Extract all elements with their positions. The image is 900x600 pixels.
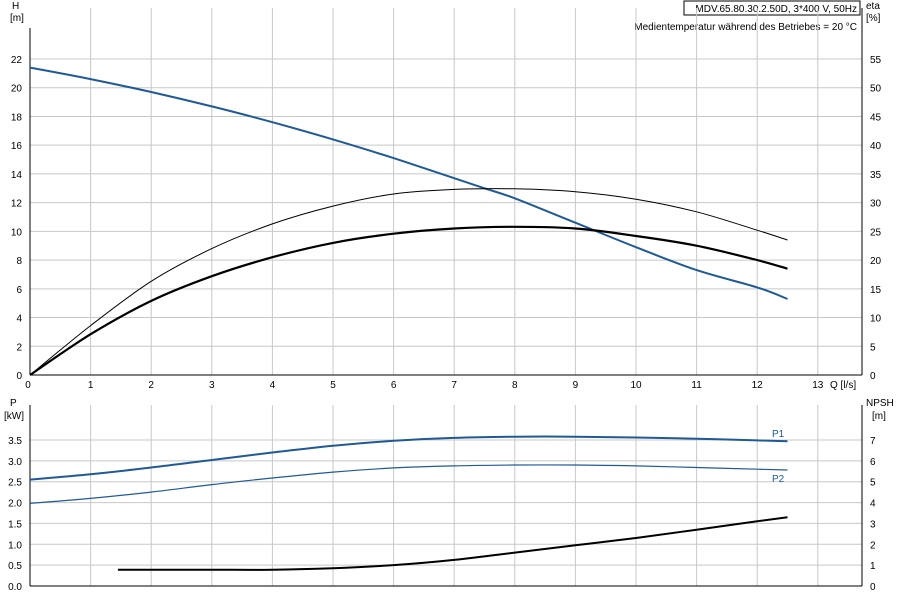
q-tick-label: 8 xyxy=(512,380,518,391)
h-tick-label: 0 xyxy=(16,371,22,382)
h-tick-label: 20 xyxy=(11,84,23,95)
h-tick-label: 12 xyxy=(11,199,23,210)
q-axis-label: Q [l/s] xyxy=(830,380,856,391)
h-tick-label: 2 xyxy=(16,342,22,353)
p-tick-label: 3.5 xyxy=(8,436,22,447)
top-tick-labels: 0 1 2 3 4 5 6 7 8 9 10 11 12 130246810121416182022051… xyxy=(11,55,882,391)
q-tick-label: 0 xyxy=(25,380,31,391)
q-tick-label: 2 xyxy=(148,380,154,391)
eta-tick-label: 35 xyxy=(870,170,882,181)
p-axis-unit: [kW] xyxy=(4,411,24,422)
p2-label: P2 xyxy=(772,474,785,485)
p-tick-label: 2.0 xyxy=(8,499,22,510)
eta-tick-label: 15 xyxy=(870,285,882,296)
bottom-series xyxy=(29,435,788,571)
eta-tick-label: 20 xyxy=(870,256,882,267)
q-tick-label: 10 xyxy=(630,380,642,391)
header: MDV.65.80.30.2.50D, 3*400 V, 50Hz Medien… xyxy=(634,0,861,33)
head-efficiency-chart: H [m] eta [%] Q [l/s] 0 1 2 3 4 5 6 7 8 9 10 11 12 13… xyxy=(10,1,882,391)
pump-performance-chart: MDV.65.80.30.2.50D, 3*400 V, 50Hz Medien… xyxy=(4,0,894,593)
p-tick-label: 1.5 xyxy=(8,519,22,530)
h-tick-label: 14 xyxy=(11,170,23,181)
p-tick-label: 0.0 xyxy=(8,582,22,593)
npsh-tick-label: 5 xyxy=(870,478,876,489)
temperature-note: Medientemperatur während des Betriebes =… xyxy=(634,22,857,33)
q-tick-label: 13 xyxy=(812,380,824,391)
q-tick-label: 1 xyxy=(88,380,94,391)
head-curve xyxy=(29,66,788,300)
h-tick-label: 6 xyxy=(16,285,22,296)
p1-label: P1 xyxy=(772,429,785,440)
model-label: MDV.65.80.30.2.50D, 3*400 V, 50Hz xyxy=(695,4,857,15)
p-tick-label: 3.0 xyxy=(8,457,22,468)
npsh-tick-label: 3 xyxy=(870,519,876,530)
q-tick-label: 12 xyxy=(752,380,764,391)
p-tick-label: 1.0 xyxy=(8,540,22,551)
q-tick-label: 11 xyxy=(691,380,702,391)
npsh-axis-unit: [m] xyxy=(872,411,886,422)
eta-axis-label: eta xyxy=(866,1,880,12)
h-axis-unit: [m] xyxy=(10,13,24,24)
eta-tick-label: 25 xyxy=(870,227,882,238)
q-tick-label: 5 xyxy=(330,380,336,391)
npsh-tick-label: 4 xyxy=(870,499,876,510)
p-tick-label: 0.5 xyxy=(8,561,22,572)
npsh-tick-label: 1 xyxy=(870,561,876,572)
bottom-grid xyxy=(30,405,862,586)
h-tick-label: 4 xyxy=(16,314,22,325)
eta-lower-curve xyxy=(29,225,788,376)
eta-tick-label: 45 xyxy=(870,112,882,123)
eta-tick-label: 5 xyxy=(870,342,876,353)
h-tick-label: 22 xyxy=(11,55,23,66)
npsh-tick-label: 6 xyxy=(870,457,876,468)
eta-tick-label: 40 xyxy=(870,141,882,152)
q-tick-label: 9 xyxy=(573,380,579,391)
h-axis-label: H xyxy=(12,1,19,12)
p1-curve xyxy=(29,435,788,481)
p2-curve xyxy=(29,464,788,504)
npsh-axis-label: NPSH xyxy=(866,398,894,409)
eta-axis-unit: [%] xyxy=(866,13,881,24)
p-tick-label: 2.5 xyxy=(8,478,22,489)
q-tick-label: 6 xyxy=(391,380,397,391)
eta-tick-label: 50 xyxy=(870,84,882,95)
npsh-curve xyxy=(117,516,788,571)
q-tick-label: 4 xyxy=(270,380,276,391)
p-axis-label: P xyxy=(10,398,17,409)
q-tick-label: 7 xyxy=(451,380,457,391)
eta-upper-curve xyxy=(29,188,788,376)
power-npsh-chart: P [kW] NPSH [m] 0.0 0.5 1.0 1.5 2.0 2.5 3.0 3.5… xyxy=(4,398,894,593)
h-tick-label: 16 xyxy=(11,141,23,152)
eta-tick-label: 10 xyxy=(870,314,882,325)
npsh-tick-label: 7 xyxy=(870,436,876,447)
top-grid xyxy=(30,8,862,375)
h-tick-label: 18 xyxy=(11,112,23,123)
top-series xyxy=(29,66,788,376)
eta-tick-label: 0 xyxy=(870,371,876,382)
q-tick-label: 3 xyxy=(209,380,215,391)
eta-tick-label: 30 xyxy=(870,199,882,210)
h-tick-label: 10 xyxy=(11,227,23,238)
eta-tick-label: 55 xyxy=(870,55,882,66)
h-tick-label: 8 xyxy=(16,256,22,267)
npsh-tick-label: 0 xyxy=(870,582,876,593)
npsh-tick-label: 2 xyxy=(870,540,876,551)
